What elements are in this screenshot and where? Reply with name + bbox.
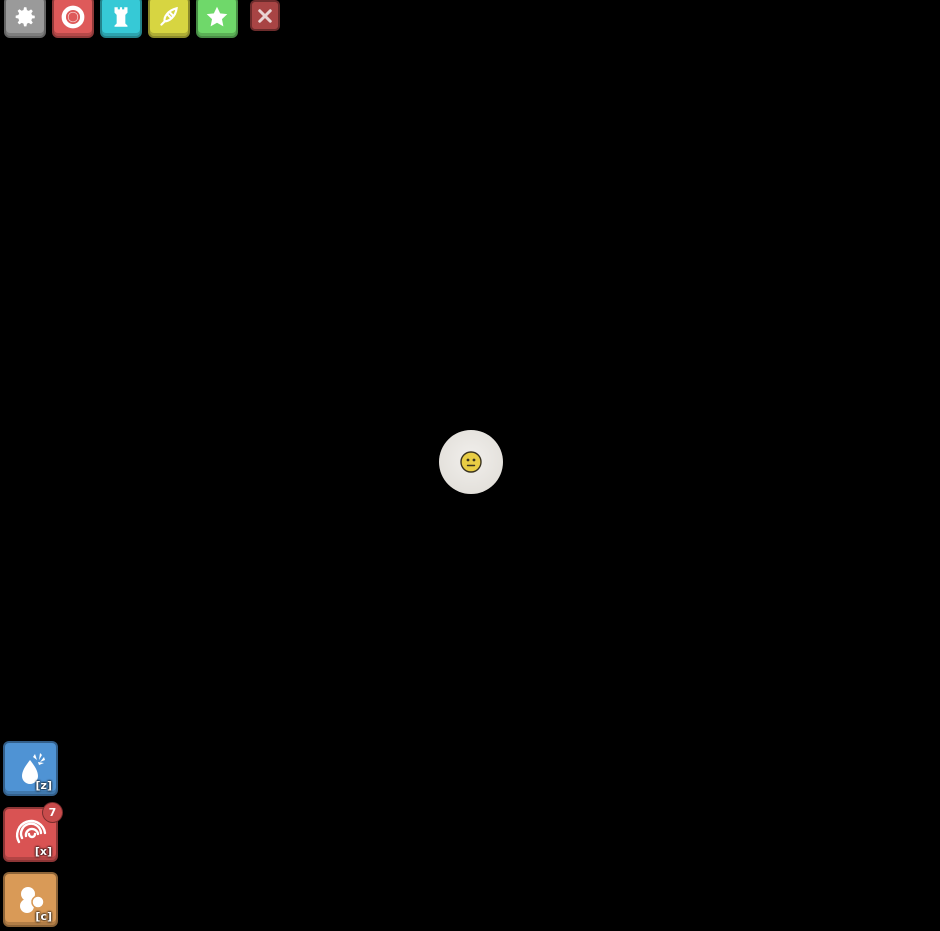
ability-key-label: [z] [35, 779, 52, 792]
settings-button[interactable] [4, 0, 46, 38]
tower-button[interactable] [100, 0, 142, 38]
lifesaver-icon [61, 5, 85, 29]
game-canvas[interactable]: [z] [x] 7 [c] [0, 0, 940, 931]
star-icon [206, 6, 228, 27]
player-character [439, 430, 503, 494]
top-toolbar [4, 0, 280, 38]
rocket-icon [160, 6, 178, 26]
ability-key-label: [c] [35, 910, 52, 923]
lifesaver-button[interactable] [52, 0, 94, 38]
ability-clone-button[interactable]: [c] [3, 872, 58, 927]
neutral-face-icon [460, 451, 482, 473]
ability-vortex-button[interactable]: [x] 7 [3, 802, 63, 862]
close-button[interactable] [250, 0, 280, 31]
tower-icon [114, 7, 128, 27]
rocket-button[interactable] [148, 0, 190, 38]
ability-key-label: [x] [34, 845, 52, 858]
ability-splash-button[interactable]: [z] [3, 741, 58, 796]
close-icon [258, 8, 272, 23]
gear-icon [15, 7, 35, 27]
star-button[interactable] [196, 0, 238, 38]
ability-charges-badge: 7 [42, 802, 63, 823]
